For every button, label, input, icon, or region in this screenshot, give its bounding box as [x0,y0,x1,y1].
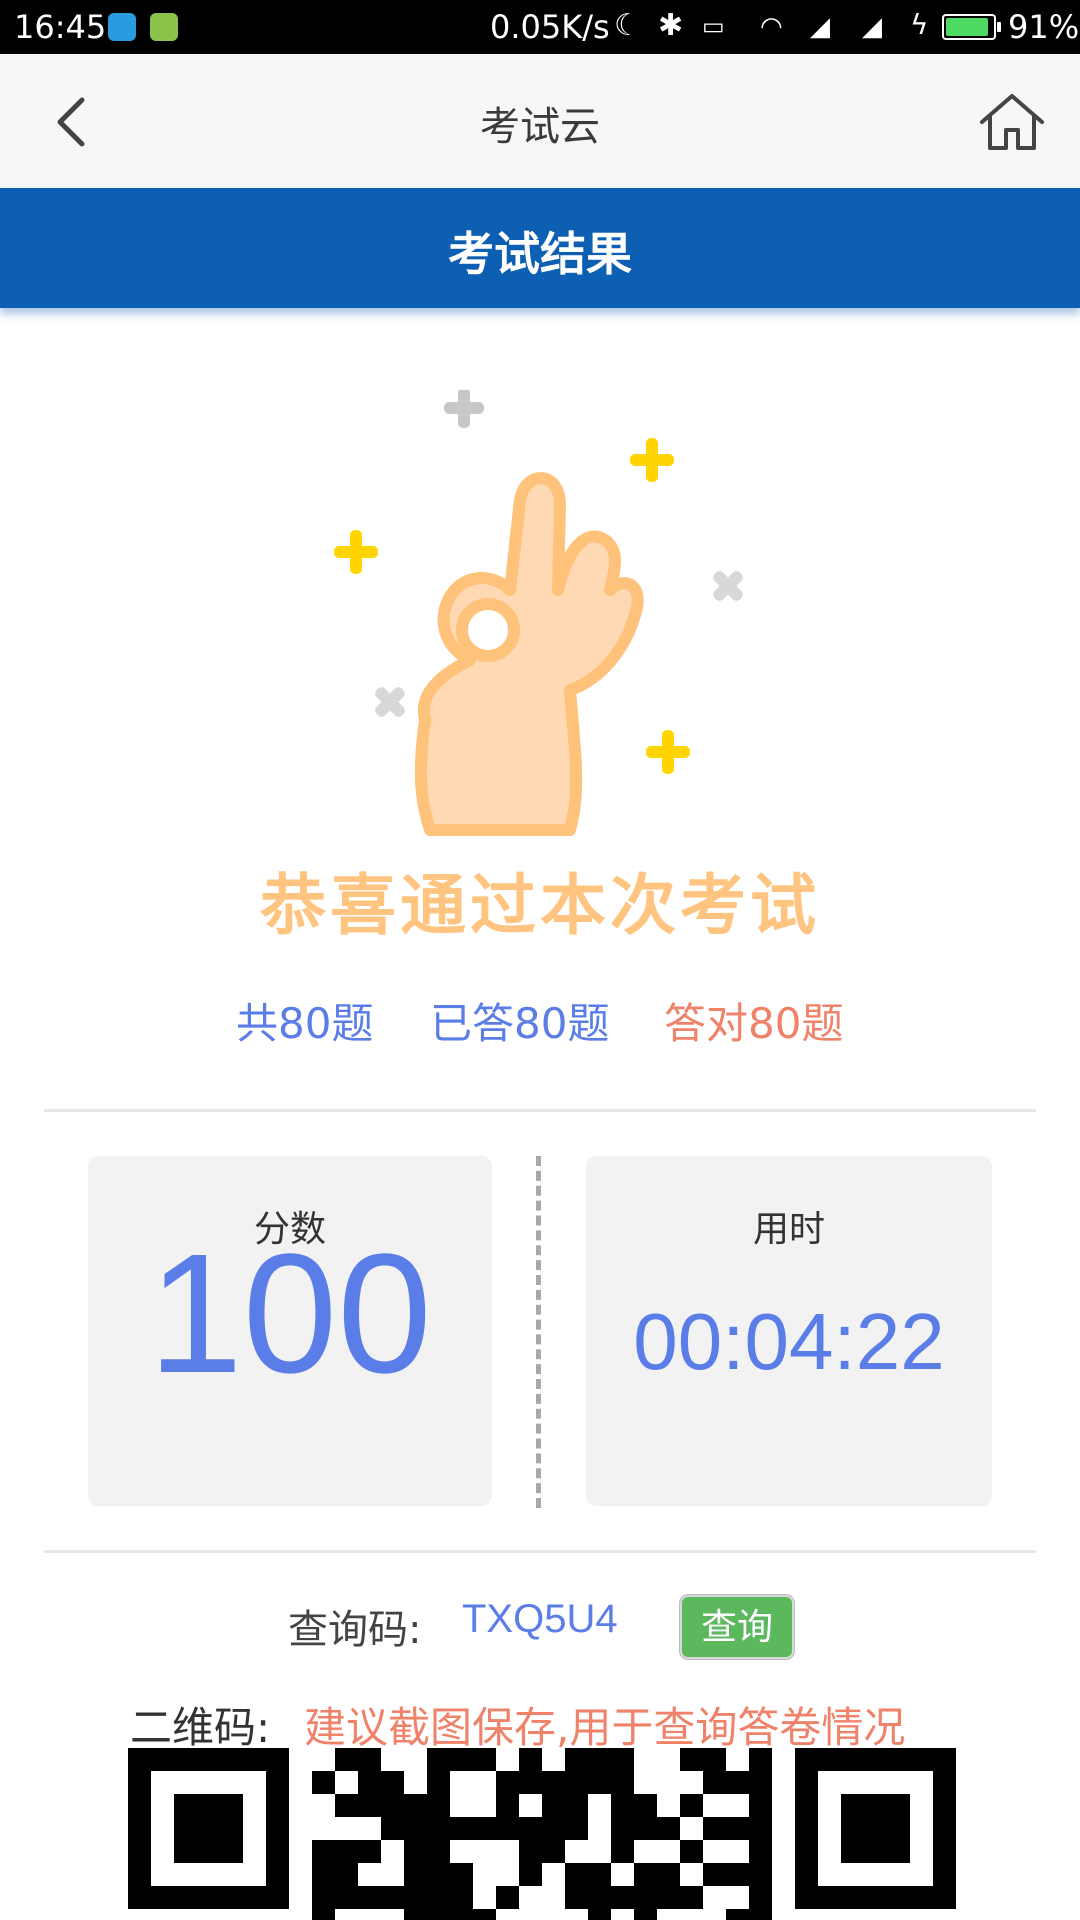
divider [44,1109,1036,1112]
query-code-label: 查询码: [288,1607,422,1653]
moon-icon: ☾ [614,8,641,43]
status-bar: 16:45 0.05K/s ☾ ✱ ▭ ◠ ◢ ◢ ϟ 91% [0,0,1080,54]
score-value: 100 [148,1219,432,1409]
divider [44,1550,1036,1553]
sparkle-icon [444,390,484,428]
charging-icon: ϟ [910,8,929,41]
total-count: 共80题 [236,999,374,1048]
banner-title: 考试结果 [448,227,632,281]
card-separator [536,1156,541,1508]
vibrate-icon: ▭ [702,12,725,40]
home-button[interactable] [976,90,1048,154]
signal-icon: ◢ [862,12,882,42]
battery-icon [942,14,1001,40]
pass-message: 恭喜通过本次考试 [260,867,820,944]
status-time: 16:45 [14,8,107,46]
signal-icon: ◢ [810,12,830,42]
question-counts: 共80题 已答80题 答对80题 [0,990,1080,1048]
ok-hand-icon [334,390,743,836]
battery-percent: 91% [1008,8,1080,46]
duration-label: 用时 [752,1209,825,1250]
app-header: 考试云 [0,54,1080,189]
page-title: 考试云 [480,104,600,150]
duration-card: 用时 00:04:22 [586,1156,992,1506]
wifi-icon: ◠ [760,12,783,42]
qr-code-image [128,1748,956,1920]
network-speed: 0.05K/s [490,8,610,46]
query-row: 查询码: TXQ5U4 查询 [0,1595,1080,1665]
result-banner: 考试结果 [0,188,1080,308]
usb-icon [108,13,136,41]
qr-code-label: 二维码: [130,1703,271,1752]
score-card: 分数 100 [88,1156,492,1506]
answered-count: 已答80题 [430,999,610,1048]
bluetooth-icon: ✱ [658,8,684,43]
qr-save-hint: 建议截图保存,用于查询答卷情况 [304,1703,906,1752]
home-icon [980,94,1044,150]
query-code-value: TXQ5U4 [462,1597,618,1641]
duration-value: 00:04:22 [633,1297,945,1386]
query-button[interactable]: 查询 [680,1595,794,1659]
correct-count: 答对80题 [664,999,844,1048]
android-icon [150,13,178,41]
